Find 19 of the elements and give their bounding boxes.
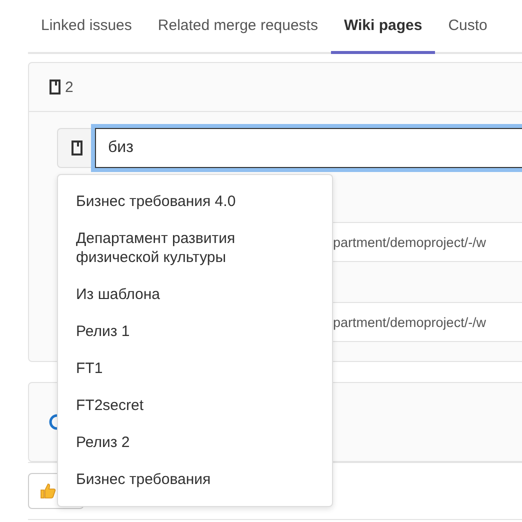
suggestion-item[interactable]: Релиз 1 xyxy=(58,313,332,350)
tab[interactable]: Wiki pages xyxy=(330,0,436,54)
tab[interactable]: Custo xyxy=(435,0,500,54)
page-path: partment/demoproject/-/w xyxy=(333,314,486,330)
page-path: partment/demoproject/-/w xyxy=(333,234,486,250)
book-icon xyxy=(70,140,82,156)
arc-icon xyxy=(49,414,57,430)
book-icon xyxy=(49,79,61,95)
suggestion-item[interactable]: Релиз 2 xyxy=(58,424,332,461)
tab[interactable]: Linked issues xyxy=(28,0,145,54)
suggestion-item[interactable]: FT2secret xyxy=(58,387,332,424)
suggestion-item[interactable]: Из шаблона xyxy=(58,276,332,313)
tab[interactable]: Related merge requests xyxy=(144,0,331,54)
suggestion-item[interactable]: Бизнес требования 4.0 xyxy=(58,183,332,220)
page-count: 2 xyxy=(65,78,74,96)
thumbs-up-icon xyxy=(39,482,57,500)
suggestion-item[interactable]: FT1 xyxy=(58,350,332,387)
suggestion-item[interactable]: Бизнес требования xyxy=(58,461,332,498)
suggestion-item[interactable]: Департамент развития физической культуры xyxy=(58,220,332,276)
